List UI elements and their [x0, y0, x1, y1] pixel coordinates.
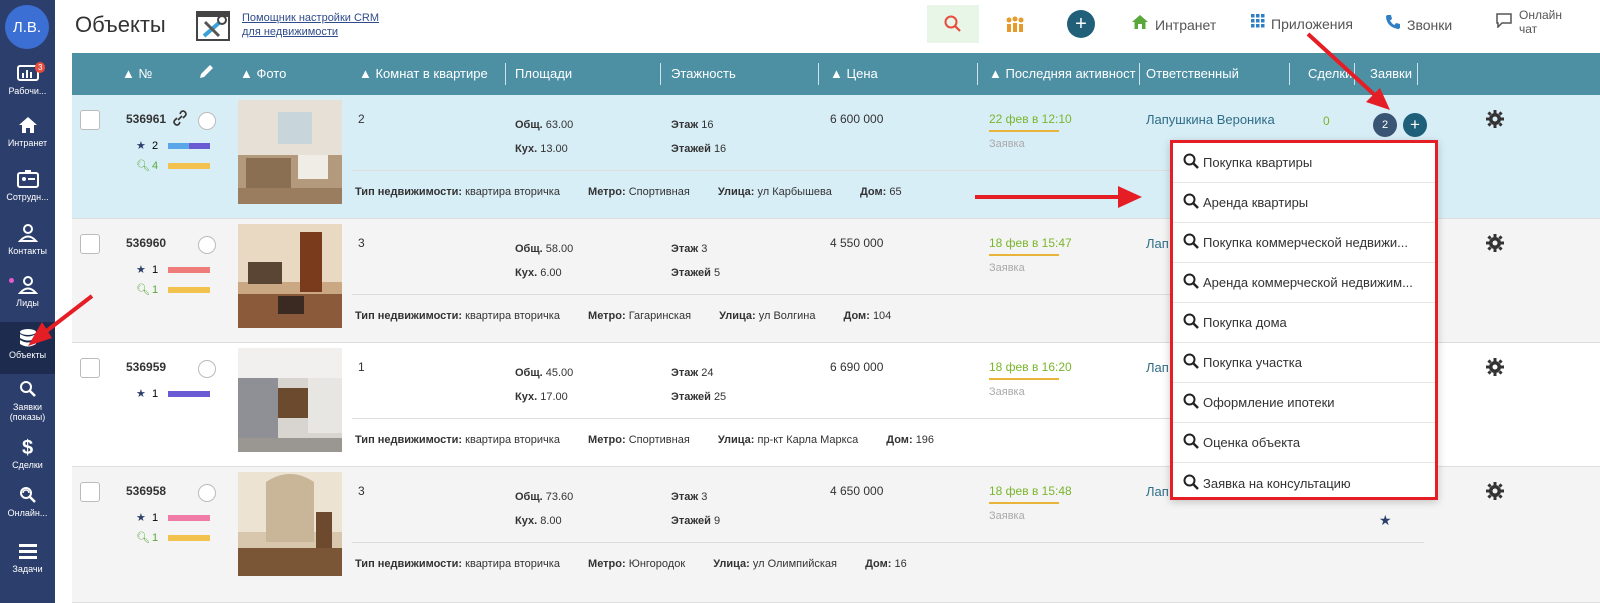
annotation-arrows — [28, 32, 1390, 346]
